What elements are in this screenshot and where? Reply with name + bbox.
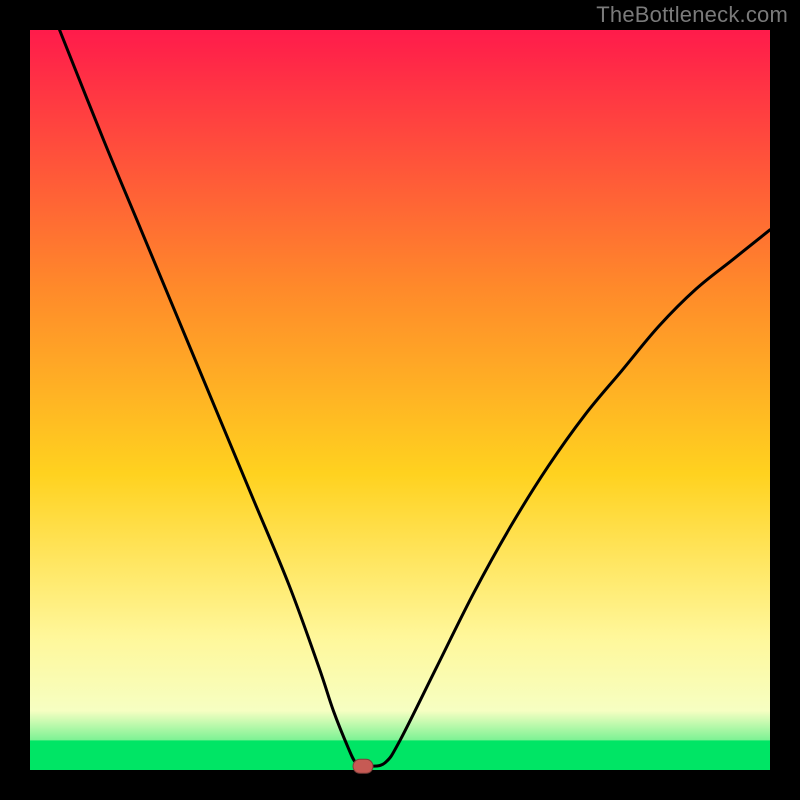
optimal-band: [30, 740, 770, 770]
watermark-text: TheBottleneck.com: [596, 2, 788, 28]
chart-frame: { "watermark": "TheBottleneck.com", "col…: [0, 0, 800, 800]
bottleneck-chart: [0, 0, 800, 800]
plot-background: [30, 30, 770, 770]
current-config-marker: [353, 759, 373, 773]
